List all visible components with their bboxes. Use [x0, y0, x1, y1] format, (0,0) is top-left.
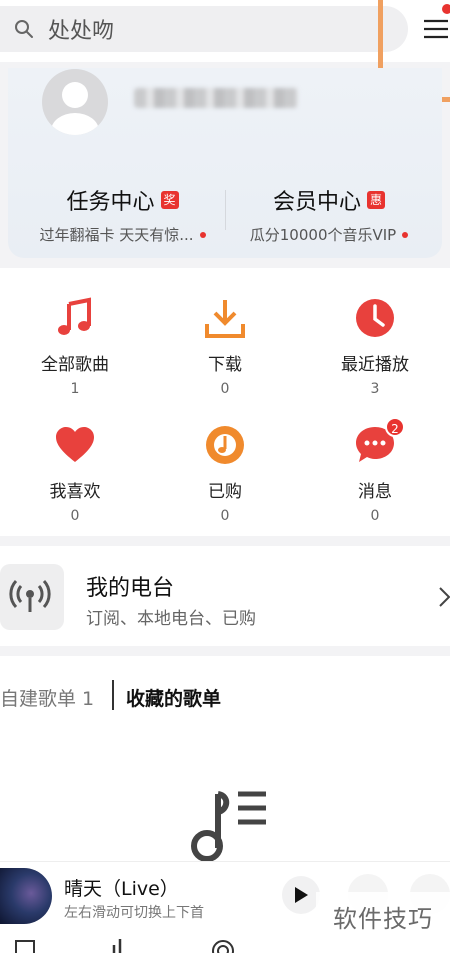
radio-broadcast-icon: [9, 579, 51, 612]
swipe-hint: 左右滑动可切换上下首: [64, 905, 204, 921]
grid-label: 下载: [208, 355, 242, 375]
grid-item-purchased[interactable]: 已购 0: [150, 423, 300, 524]
song-title: 晴天（Live）: [64, 878, 179, 900]
chevron-right-icon: [439, 587, 450, 607]
chart-nav-icon[interactable]: [106, 937, 132, 953]
grid-label: 我喜欢: [49, 482, 101, 502]
search-icon: [15, 20, 33, 38]
search-bar[interactable]: 处处吻: [0, 6, 408, 52]
radio-subtitle: 订阅、本地电台、已购: [86, 609, 256, 629]
purchased-disc-icon: [206, 426, 244, 464]
task-center-badge: 奖: [160, 191, 179, 209]
playlists-section: 自建歌单 1 收藏的歌单: [0, 656, 450, 861]
grid-item-messages[interactable]: 2 消息 0: [300, 417, 450, 524]
play-button[interactable]: [282, 876, 320, 914]
vip-center[interactable]: 会员中心惠 瓜分10000个音乐VIP: [238, 184, 420, 245]
grid-item-all-songs[interactable]: 全部歌曲 1: [0, 296, 150, 397]
tab-divider: [112, 680, 114, 710]
radio-title: 我的电台: [86, 576, 175, 601]
message-count-badge: 2: [385, 417, 405, 437]
grid-count: 0: [220, 508, 230, 524]
tab-favorited-playlists[interactable]: 收藏的歌单: [126, 684, 221, 711]
vip-center-title: 会员中心: [272, 190, 361, 215]
grid-label: 最近播放: [341, 355, 409, 375]
grid-item-recent[interactable]: 最近播放 3: [300, 296, 450, 397]
search-placeholder: 处处吻: [48, 19, 115, 44]
grid-count: 3: [370, 381, 380, 397]
radio-nav-icon[interactable]: [210, 937, 236, 953]
grid-item-favorites[interactable]: 我喜欢 0: [0, 423, 150, 524]
grid-label: 消息: [358, 482, 392, 502]
avatar[interactable]: [42, 69, 108, 135]
radio-icon-box: [0, 564, 64, 630]
tab-created-playlists[interactable]: 自建歌单 1: [0, 684, 94, 711]
grid-label: 全部歌曲: [41, 355, 109, 375]
task-center[interactable]: 任务中心奖 过年翻福卡 天天有惊...: [30, 184, 215, 245]
red-dot: [402, 231, 409, 238]
divider: [225, 190, 226, 230]
vip-center-subtitle: 瓜分10000个音乐VIP: [249, 226, 397, 244]
vip-center-badge: 惠: [367, 191, 386, 209]
user-avatar-icon: [51, 82, 99, 135]
task-center-title: 任务中心: [66, 190, 155, 215]
download-icon: [205, 300, 245, 338]
bottom-nav: [0, 931, 450, 953]
grid-count: 1: [70, 381, 80, 397]
play-icon: [295, 887, 308, 903]
clock-icon: [356, 299, 394, 337]
grid-count: 0: [220, 381, 230, 397]
grid-count: 0: [70, 508, 80, 524]
red-dot: [199, 231, 206, 238]
my-radio-card[interactable]: 我的电台 订阅、本地电台、已购: [0, 546, 450, 646]
music-note-icon: [58, 297, 91, 335]
album-cover[interactable]: [0, 868, 52, 924]
quick-access-grid: 全部歌曲 1 下载 0 最近播放 3 我喜欢 0 已购 0 2 消息 0: [0, 268, 450, 536]
grid-item-download[interactable]: 下载 0: [150, 296, 300, 397]
home-nav-icon[interactable]: [12, 937, 38, 953]
empty-playlist-icon: [191, 791, 266, 861]
grid-label: 已购: [208, 482, 242, 502]
grid-count: 0: [370, 508, 380, 524]
heart-icon: [56, 427, 94, 462]
username-blurred[interactable]: [134, 88, 298, 108]
task-center-subtitle: 过年翻福卡 天天有惊...: [39, 226, 194, 244]
